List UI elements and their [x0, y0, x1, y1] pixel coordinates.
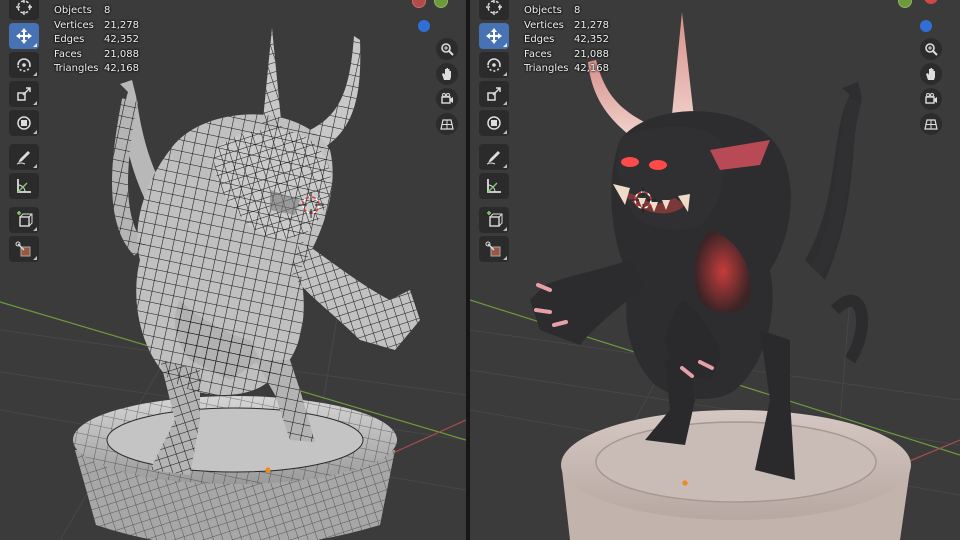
- scene-statistics: Objects 8 Vertices 21,278 Edges 42,352 Face…: [54, 4, 139, 77]
- stat-value: 21,278: [574, 19, 609, 31]
- cursor-tool-button[interactable]: [9, 0, 39, 20]
- move-icon: [16, 28, 32, 44]
- grid-view-icon: [924, 119, 938, 130]
- rotate-tool-button[interactable]: [9, 52, 39, 78]
- pan-hand-icon: [926, 68, 935, 80]
- transform-tool-button[interactable]: [9, 110, 39, 136]
- navigation-controls: [436, 38, 458, 138]
- navigation-controls: [920, 38, 942, 138]
- extrude-tool-button[interactable]: [479, 236, 509, 262]
- measure-icon: [17, 179, 31, 193]
- measure-tool-button[interactable]: [479, 173, 509, 199]
- stat-label: Faces: [54, 48, 82, 60]
- annotate-icon: [486, 151, 500, 165]
- extrude-icon: [15, 241, 31, 257]
- annotate-tool-button[interactable]: [9, 144, 39, 170]
- scene-wireframe: [0, 28, 466, 540]
- scene-statistics: Objects 8 Vertices 21,278 Edges 42,352 Face…: [524, 4, 609, 77]
- creature-shaded: [530, 12, 868, 480]
- stat-label: Triangles: [54, 63, 99, 74]
- object-origin: [265, 467, 271, 473]
- viewport-right[interactable]: Objects 8 Vertices 21,278 Edges 42,352 Face…: [470, 0, 960, 540]
- zoom-icon: [441, 43, 454, 56]
- scale-tool-button[interactable]: [479, 81, 509, 107]
- gizmo-x-icon[interactable]: [412, 0, 426, 8]
- move-icon: [486, 28, 502, 44]
- stat-label: Objects: [524, 5, 562, 16]
- zoom-button[interactable]: [436, 38, 458, 60]
- stat-value: 42,168: [104, 63, 139, 74]
- pedestal-wire: [73, 396, 397, 540]
- transform-icon: [17, 116, 31, 130]
- transform-tool-button[interactable]: [479, 110, 509, 136]
- scene-material-preview: [470, 12, 960, 540]
- stat-value: 21,088: [574, 48, 609, 60]
- rotate-icon: [487, 58, 501, 72]
- measure-icon: [487, 179, 501, 193]
- gizmo-x-icon[interactable]: [924, 0, 938, 4]
- cursor-tool-button[interactable]: [479, 0, 509, 20]
- add-cube-icon: [487, 211, 503, 227]
- annotate-icon: [16, 151, 30, 165]
- camera-icon: [441, 93, 453, 104]
- pan-hand-icon: [442, 68, 451, 80]
- extrude-icon: [485, 241, 501, 257]
- stat-value: 21,278: [104, 19, 139, 31]
- axis-gizmo[interactable]: [396, 0, 466, 32]
- extrude-tool-button[interactable]: [9, 236, 39, 262]
- stat-value: 42,352: [574, 34, 609, 45]
- gizmo-y-icon[interactable]: [434, 0, 448, 8]
- cursor-icon: [486, 0, 502, 15]
- tool-shelf: [7, 0, 41, 265]
- rotate-icon: [17, 58, 31, 72]
- scale-tool-button[interactable]: [9, 81, 39, 107]
- stat-label: Vertices: [54, 19, 94, 31]
- annotate-tool-button[interactable]: [479, 144, 509, 170]
- projection-toggle-button[interactable]: [436, 113, 458, 135]
- stat-label: Triangles: [524, 63, 569, 74]
- add-cube-tool-button[interactable]: [479, 207, 509, 233]
- move-tool-button[interactable]: [9, 23, 39, 49]
- stat-label: Edges: [524, 34, 555, 45]
- stat-label: Objects: [54, 5, 92, 16]
- camera-view-button[interactable]: [436, 88, 458, 110]
- scale-icon: [487, 87, 501, 101]
- gizmo-z-icon[interactable]: [418, 20, 430, 32]
- rotate-tool-button[interactable]: [479, 52, 509, 78]
- tool-shelf: [477, 0, 511, 265]
- object-origin: [682, 480, 688, 486]
- gizmo-y-icon[interactable]: [898, 0, 912, 8]
- stat-value: 21,088: [104, 48, 139, 60]
- stat-label: Edges: [54, 34, 85, 45]
- pan-button[interactable]: [920, 63, 942, 85]
- stat-value: 8: [574, 5, 581, 16]
- add-cube-tool-button[interactable]: [9, 207, 39, 233]
- camera-icon: [925, 93, 937, 104]
- gizmo-z-icon[interactable]: [920, 20, 932, 32]
- stat-value: 42,168: [574, 63, 609, 74]
- projection-toggle-button[interactable]: [920, 113, 942, 135]
- pedestal-shaded: [561, 410, 911, 540]
- scale-icon: [17, 87, 31, 101]
- viewport-left[interactable]: Objects 8 Vertices 21,278 Edges 42,352 Face…: [0, 0, 466, 540]
- stat-value: 8: [104, 5, 111, 16]
- pan-button[interactable]: [436, 63, 458, 85]
- zoom-button[interactable]: [920, 38, 942, 60]
- stat-label: Vertices: [524, 19, 564, 31]
- axis-gizmo[interactable]: [880, 0, 960, 32]
- camera-view-button[interactable]: [920, 88, 942, 110]
- stat-value: 42,352: [104, 34, 139, 45]
- stat-label: Faces: [524, 48, 552, 60]
- add-cube-icon: [17, 211, 33, 227]
- zoom-icon: [925, 43, 938, 56]
- move-tool-button[interactable]: [479, 23, 509, 49]
- measure-tool-button[interactable]: [9, 173, 39, 199]
- grid-view-icon: [440, 119, 454, 130]
- cursor-icon: [16, 0, 32, 15]
- transform-icon: [487, 116, 501, 130]
